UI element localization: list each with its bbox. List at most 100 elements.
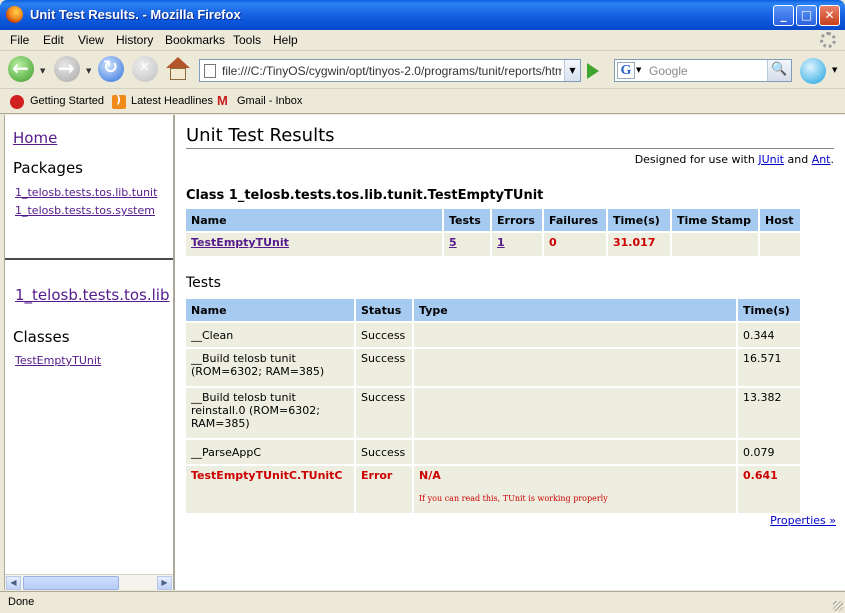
extension-dropdown-icon[interactable]: ▼ [832,66,837,74]
menu-history[interactable]: History [116,33,153,47]
stop-button[interactable] [132,56,158,82]
test-status: Success [356,440,412,464]
timestamp-cell [672,233,758,256]
go-button[interactable] [587,63,599,79]
bookmark-gmail-inbox[interactable]: Gmail - Inbox [237,95,302,107]
properties-link[interactable]: Properties » [770,514,836,527]
extension-icon[interactable] [800,58,826,84]
test-time: 0.079 [738,440,800,464]
table-row: __Build telosb tunit reinstall.0 (ROM=63… [186,388,800,438]
menu-edit[interactable]: Edit [43,33,64,47]
minimize-button[interactable]: _ [773,5,794,26]
junit-link[interactable]: JUnit [758,153,784,166]
back-history-dropdown-icon[interactable]: ▼ [40,67,45,75]
main-frame: Unit Test Results Designed for use with … [177,115,845,590]
test-status: Error [356,466,412,513]
column-header: Name [186,209,442,231]
column-header: Failures [544,209,606,231]
scroll-left-icon[interactable]: ◀ [6,576,21,590]
column-header: Status [356,299,412,321]
bookmark-getting-started[interactable]: Getting Started [30,95,104,107]
package-link[interactable]: 1_telosb.tests.tos.lib.tunit [15,186,157,199]
test-status: Success [356,323,412,347]
test-name: __ParseAppC [186,440,354,464]
table-row: __Build telosb tunit (ROM=6302; RAM=385)… [186,349,800,386]
navigation-toolbar: ▼ ▼ file:///C:/TinyOS/cygwin/opt/tinyos-… [0,51,845,89]
test-type [414,323,736,347]
package-title-link[interactable]: 1_telosb.tests.tos.lib [15,286,170,304]
url-bar[interactable]: file:///C:/TinyOS/cygwin/opt/tinyos-2.0/… [199,59,581,82]
test-name: __Build telosb tunit reinstall.0 (ROM=63… [186,388,354,438]
test-status: Success [356,349,412,386]
window-titlebar: Unit Test Results. - Mozilla Firefox _ □… [0,0,845,30]
search-box[interactable]: G ▼ Google 🔍 [614,59,792,82]
packages-frame: Home Packages 1_telosb.tests.tos.lib.tun… [5,115,173,260]
errors-count-link[interactable]: 1 [497,236,505,249]
forward-button[interactable] [54,56,80,82]
tests-heading: Tests [186,275,221,291]
gmail-icon: M [217,93,228,108]
menu-bookmarks[interactable]: Bookmarks [165,33,225,47]
close-button[interactable]: ✕ [819,5,840,26]
page-title: Unit Test Results [186,125,335,146]
scrollbar-thumb[interactable] [23,576,119,590]
test-name: TestEmptyTUnitC.TUnitC [186,466,354,513]
classes-frame: 1_telosb.tests.tos.lib Classes TestEmpty… [5,262,173,574]
error-message: If you can read this, TUnit is working p… [419,494,608,503]
home-link[interactable]: Home [13,129,57,147]
summary-table: Name Tests Errors Failures Time(s) Time … [184,207,802,258]
google-icon[interactable]: G [617,62,635,79]
test-time: 0.344 [738,323,800,347]
table-row: __Clean Success 0.344 [186,323,800,347]
status-text: Done [8,596,35,608]
scroll-right-icon[interactable]: ▶ [157,576,172,590]
reload-button[interactable] [98,56,124,82]
packages-heading: Packages [13,159,83,177]
window-title: Unit Test Results. - Mozilla Firefox [30,7,241,22]
page-icon [204,64,216,78]
classes-heading: Classes [13,328,70,346]
home-button[interactable] [166,57,190,81]
horizontal-scrollbar[interactable]: ◀ ▶ [5,574,173,590]
ant-link[interactable]: Ant [812,153,831,166]
host-cell [760,233,800,256]
content-area: Home Packages 1_telosb.tests.tos.lib.tun… [4,115,845,590]
search-icon[interactable]: 🔍 [767,60,791,81]
table-row: __ParseAppC Success 0.079 [186,440,800,464]
test-status: Success [356,388,412,438]
divider [186,148,834,149]
getting-started-icon [10,95,24,109]
column-header: Time(s) [608,209,670,231]
column-header: Type [414,299,736,321]
search-engine-dropdown-icon[interactable]: ▼ [636,66,641,74]
column-header: Tests [444,209,490,231]
column-header: Errors [492,209,542,231]
back-button[interactable] [8,56,34,82]
search-input[interactable]: Google [649,64,688,78]
bookmark-latest-headlines[interactable]: Latest Headlines [131,95,213,107]
test-time: 16.571 [738,349,800,386]
menu-file[interactable]: File [10,33,29,47]
package-link[interactable]: 1_telosb.tests.tos.system [15,204,155,217]
test-class-link[interactable]: TestEmptyTUnit [191,236,289,249]
menu-tools[interactable]: Tools [233,33,261,47]
tests-count-link[interactable]: 5 [449,236,457,249]
maximize-button[interactable]: □ [796,5,817,26]
forward-history-dropdown-icon[interactable]: ▼ [86,67,91,75]
test-type [414,388,736,438]
class-heading: Class 1_telosb.tests.tos.lib.tunit.TestE… [186,188,544,203]
designed-for-note: Designed for use with JUnit and Ant. [634,153,834,166]
class-link[interactable]: TestEmptyTUnit [15,354,101,367]
test-time: 13.382 [738,388,800,438]
menu-help[interactable]: Help [273,33,298,47]
url-dropdown-icon[interactable]: ▼ [564,60,580,81]
test-name: __Clean [186,323,354,347]
menu-view[interactable]: View [78,33,104,47]
test-type [414,349,736,386]
url-text[interactable]: file:///C:/TinyOS/cygwin/opt/tinyos-2.0/… [222,64,562,78]
table-row: TestEmptyTUnit 5 1 0 31.017 [186,233,800,256]
resize-grip-icon[interactable] [833,601,843,611]
total-time: 31.017 [608,233,670,256]
column-header: Host [760,209,800,231]
bookmarks-toolbar: Getting Started Latest Headlines M Gmail… [0,90,845,114]
